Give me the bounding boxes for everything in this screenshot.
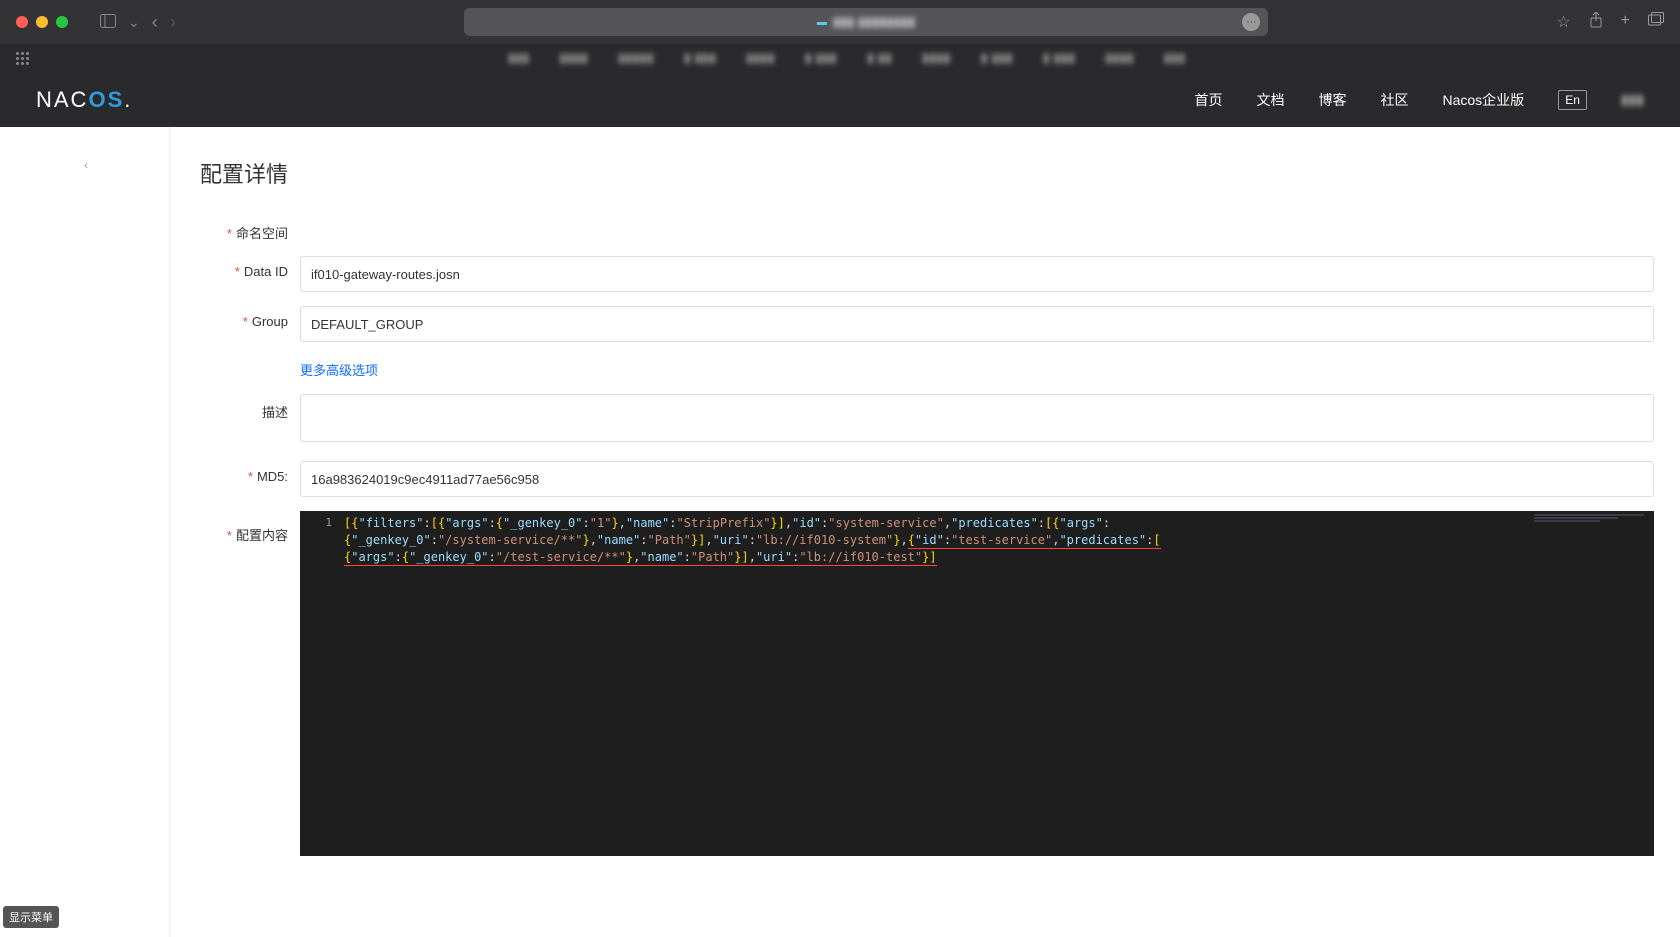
addr-menu-icon[interactable]: ⋯ bbox=[1242, 13, 1260, 31]
sidebar-collapse-icon[interactable]: ‹ bbox=[84, 158, 88, 172]
md5-input[interactable] bbox=[300, 461, 1654, 497]
label-namespace: *命名空间 bbox=[200, 215, 300, 242]
label-md5: *MD5: bbox=[200, 461, 300, 497]
advanced-options-link[interactable]: 更多高级选项 bbox=[300, 356, 378, 379]
browser-right-icons: ☆ + bbox=[1556, 12, 1664, 33]
nav-docs[interactable]: 文档 bbox=[1257, 90, 1285, 110]
close-window[interactable] bbox=[16, 16, 28, 28]
label-desc: 描述 bbox=[200, 394, 300, 447]
back-icon[interactable]: ‹ bbox=[152, 12, 158, 33]
nav-links: 首页 文档 博客 社区 Nacos企业版 En ▮▮▮ bbox=[1195, 90, 1645, 110]
line-gutter: 1 bbox=[300, 511, 340, 856]
traffic-lights bbox=[16, 16, 68, 28]
main: ‹ 配置详情 *命名空间 *Data ID *Group 更多高级选项 bbox=[0, 127, 1680, 937]
group-input[interactable] bbox=[300, 306, 1654, 342]
favorite-icon[interactable]: ☆ bbox=[1556, 12, 1570, 33]
chevron-down-icon[interactable]: ⌄ bbox=[128, 14, 140, 31]
content: 配置详情 *命名空间 *Data ID *Group 更多高级选项 描述 bbox=[170, 127, 1680, 937]
sidebar-toggle-icon[interactable] bbox=[100, 14, 116, 31]
data-id-input[interactable] bbox=[300, 256, 1654, 292]
nacos-header: NACOS. 首页 文档 博客 社区 Nacos企业版 En ▮▮▮ bbox=[0, 72, 1680, 127]
tabs-icon[interactable] bbox=[1648, 12, 1664, 33]
share-icon[interactable] bbox=[1589, 12, 1603, 33]
page-title: 配置详情 bbox=[200, 157, 1654, 189]
nav-community[interactable]: 社区 bbox=[1381, 90, 1409, 110]
sidebar: ‹ bbox=[0, 127, 170, 937]
nav-blog[interactable]: 博客 bbox=[1319, 90, 1347, 110]
browser-toolbar: ⌄ ‹ › ▬ ▮▮▮ ▮▮▮▮▮▮▮▮ ⋯ ☆ + bbox=[0, 0, 1680, 44]
apps-icon[interactable] bbox=[16, 52, 29, 65]
minimize-window[interactable] bbox=[36, 16, 48, 28]
code-content[interactable]: [{"filters":[{"args":{"_genkey_0":"1"},"… bbox=[340, 511, 1534, 856]
add-icon[interactable]: + bbox=[1621, 12, 1630, 33]
bookmark-bar: ▮▮▮▮▮▮▮▮▮▮▮▮▮ ▮▮▮▮▮▮▮▮ ▮▮▮▮ ▮▮▮▮▮▮▮ ▮▮▮▮… bbox=[0, 44, 1680, 72]
status-tooltip: 显示菜单 bbox=[3, 906, 59, 928]
bookmarks-blurred: ▮▮▮▮▮▮▮▮▮▮▮▮▮ ▮▮▮▮▮▮▮▮ ▮▮▮▮ ▮▮▮▮▮▮▮ ▮▮▮▮… bbox=[29, 50, 1664, 66]
label-group: *Group bbox=[200, 306, 300, 342]
minimap[interactable] bbox=[1534, 511, 1654, 856]
nacos-logo[interactable]: NACOS. bbox=[36, 87, 132, 113]
address-text: ▮▮▮ ▮▮▮▮▮▮▮▮ bbox=[833, 14, 915, 30]
maximize-window[interactable] bbox=[56, 16, 68, 28]
browser-nav-buttons: ⌄ ‹ › bbox=[100, 12, 176, 33]
forward-icon[interactable]: › bbox=[170, 12, 176, 33]
user-label[interactable]: ▮▮▮ bbox=[1621, 91, 1644, 108]
code-editor[interactable]: 1 [{"filters":[{"args":{"_genkey_0":"1"}… bbox=[300, 511, 1654, 856]
lang-toggle[interactable]: En bbox=[1558, 90, 1587, 110]
label-content: *配置内容 bbox=[200, 511, 300, 856]
nav-home[interactable]: 首页 bbox=[1195, 90, 1223, 110]
nav-enterprise[interactable]: Nacos企业版 bbox=[1443, 90, 1525, 110]
label-data-id: *Data ID bbox=[200, 256, 300, 292]
desc-input[interactable] bbox=[300, 394, 1654, 442]
address-bar[interactable]: ▬ ▮▮▮ ▮▮▮▮▮▮▮▮ ⋯ bbox=[464, 8, 1269, 36]
